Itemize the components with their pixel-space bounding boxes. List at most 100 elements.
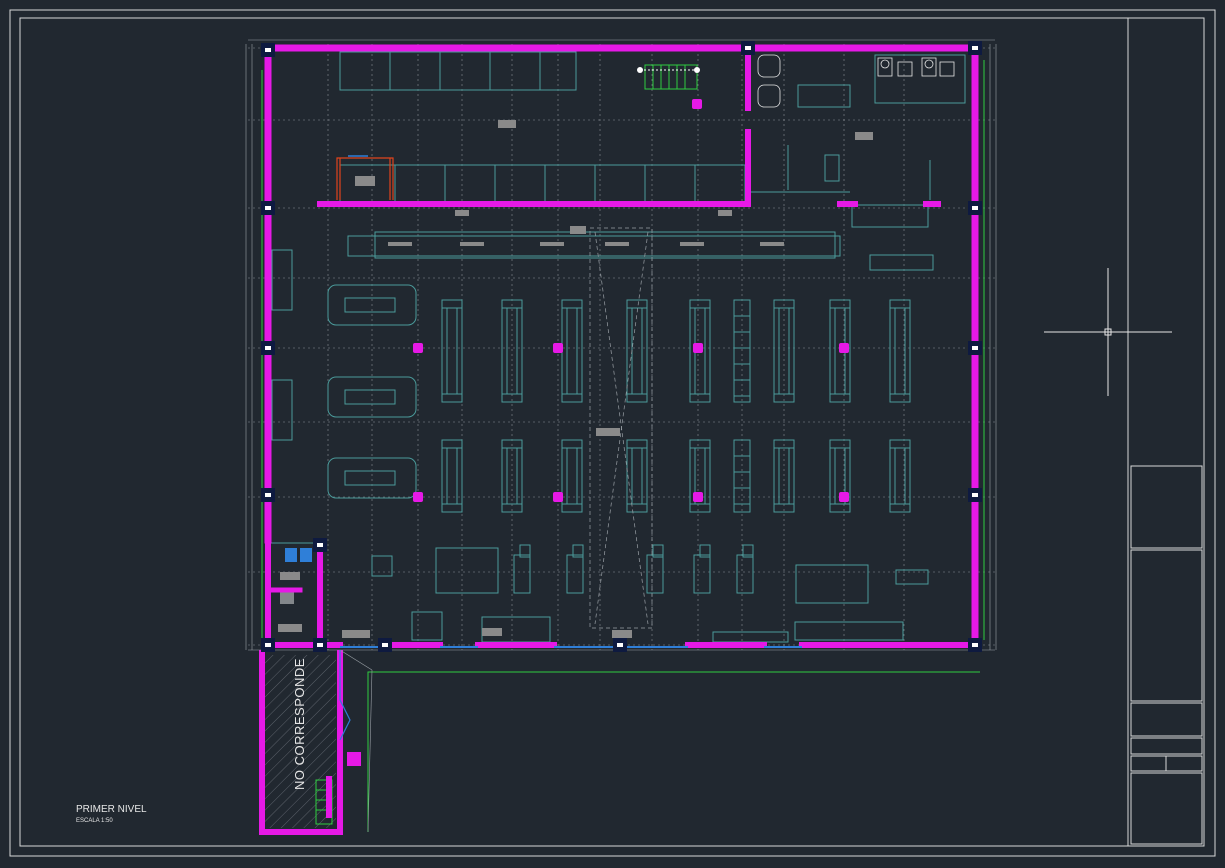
interior-column — [692, 99, 702, 109]
column-mark — [265, 493, 271, 497]
equipment-block — [498, 120, 516, 128]
furniture-layer — [271, 51, 966, 643]
structural-grid — [248, 44, 995, 650]
interior-column — [839, 492, 849, 502]
checkout-body — [736, 554, 754, 594]
gondola-outline — [626, 439, 648, 513]
stair-start-dot — [637, 67, 643, 73]
gondola-inner — [631, 307, 643, 395]
checkout-body — [566, 554, 584, 594]
checkout-desk — [646, 544, 664, 594]
restroom-fixtures-top — [757, 54, 955, 108]
equipment-block — [596, 428, 620, 436]
dimension-lines — [245, 39, 997, 651]
column — [741, 41, 755, 55]
gondola-outline — [441, 439, 463, 513]
column — [261, 341, 275, 355]
equipment-block — [342, 630, 370, 638]
column-mark — [972, 206, 978, 210]
checkout-body — [646, 554, 664, 594]
gondola — [561, 299, 583, 403]
gondola-outline — [889, 299, 911, 403]
equipment-block — [570, 226, 586, 234]
cad-drawing-viewport[interactable]: PRIMER NIVEL ESCALA 1:50 NO CORRESPONDE — [0, 0, 1225, 868]
gondola — [889, 439, 911, 513]
checkout-body — [693, 554, 711, 594]
interior-column — [413, 492, 423, 502]
equipment-block — [760, 242, 784, 246]
checkout-desk — [513, 544, 531, 594]
equipment-block — [605, 242, 629, 246]
column-mark — [265, 48, 271, 52]
equipment-block — [280, 572, 300, 580]
main-stair — [644, 64, 698, 90]
column-mark — [265, 346, 271, 350]
gondola-inner — [446, 447, 458, 505]
floor-plan-svg: PRIMER NIVEL ESCALA 1:50 NO CORRESPONDE — [9, 9, 1216, 857]
equipment-block — [680, 242, 704, 246]
checkout-desks — [513, 544, 754, 594]
equipment-block — [540, 242, 564, 246]
column-mark — [972, 346, 978, 350]
column-mark — [317, 543, 323, 547]
equipment-block — [388, 242, 412, 246]
column — [968, 488, 982, 502]
gondola-outline — [561, 439, 583, 513]
interior-column — [413, 343, 423, 353]
gondola-inner — [894, 307, 906, 395]
drawing-title: PRIMER NIVEL — [76, 804, 147, 815]
gondola-inner — [631, 447, 643, 505]
stair-end-dot — [694, 67, 700, 73]
interior-column — [693, 492, 703, 502]
column — [261, 43, 275, 57]
column — [613, 638, 627, 652]
structural-columns — [261, 41, 982, 652]
interior-column — [693, 343, 703, 353]
crosshair-cursor-icon — [1044, 268, 1172, 396]
column — [313, 538, 327, 552]
gondola-outline — [561, 299, 583, 403]
column-mark — [265, 206, 271, 210]
equipment-block — [355, 176, 375, 186]
interior-column — [553, 492, 563, 502]
column — [968, 341, 982, 355]
gondola — [561, 439, 583, 513]
column-mark — [972, 643, 978, 647]
interior-column — [553, 343, 563, 353]
equipment-block — [718, 210, 732, 216]
column — [261, 201, 275, 215]
interior-column — [839, 343, 849, 353]
gondola-inner — [566, 447, 578, 505]
gondola — [441, 299, 463, 403]
checkout-desk — [566, 544, 584, 594]
gondola — [626, 439, 648, 513]
column — [261, 488, 275, 502]
gondola-inner — [446, 307, 458, 395]
column-mark — [972, 493, 978, 497]
column-mark — [317, 643, 323, 647]
gondola — [441, 439, 463, 513]
gondola-outline — [889, 439, 911, 513]
equipment-block — [855, 132, 873, 140]
column-mark — [745, 46, 751, 50]
column-mark — [972, 46, 978, 50]
equipment-block — [482, 628, 502, 636]
column-mark — [617, 643, 623, 647]
title-block — [1130, 465, 1203, 845]
column — [968, 41, 982, 55]
column-mark — [265, 643, 271, 647]
checkout-desk — [736, 544, 754, 594]
gondola — [889, 299, 911, 403]
column-mark — [382, 643, 388, 647]
column — [378, 638, 392, 652]
checkout-body — [513, 554, 531, 594]
gondola-inner — [894, 447, 906, 505]
equipment-block — [455, 210, 469, 216]
column — [968, 201, 982, 215]
column — [313, 638, 327, 652]
equipment-block — [612, 630, 632, 638]
column — [261, 638, 275, 652]
drawing-scale: ESCALA 1:50 — [76, 818, 113, 824]
equipment-block — [278, 624, 302, 632]
hatch-label: NO CORRESPONDE — [292, 658, 307, 790]
